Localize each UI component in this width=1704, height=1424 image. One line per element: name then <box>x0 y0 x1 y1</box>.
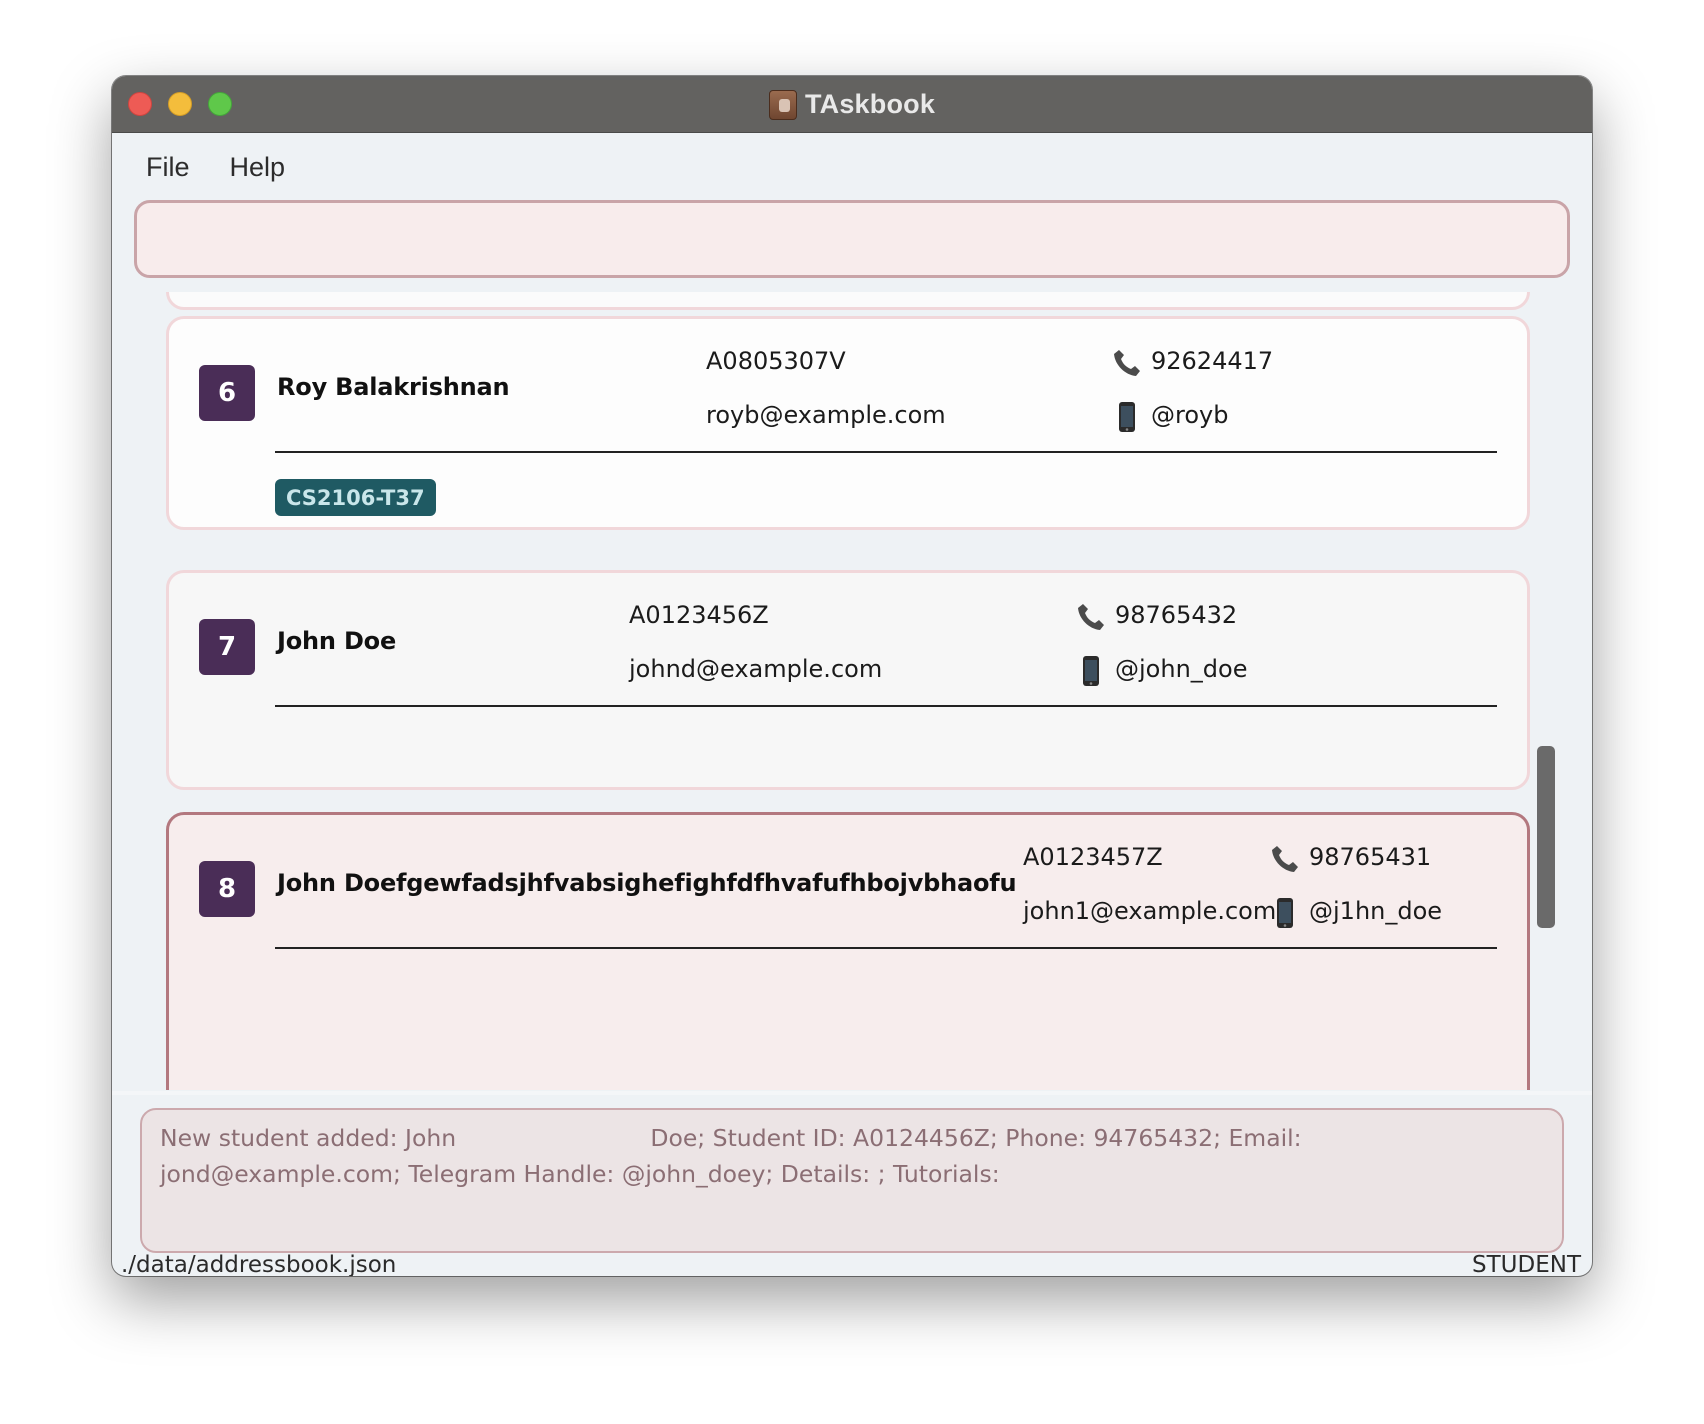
student-card-selected[interactable]: 8 John Doefgewfadsjhfvabsighefighfdfhvaf… <box>166 812 1530 1090</box>
tutorial-tag: CS2106-T37 <box>275 479 436 516</box>
student-email: royb@example.com <box>706 401 946 429</box>
student-index-badge: 6 <box>199 365 255 421</box>
student-card[interactable]: 6 Roy Balakrishnan A0805307V royb@exampl… <box>166 316 1530 530</box>
title-bar[interactable]: TAskbook <box>112 76 1592 133</box>
student-list[interactable]: 6 Roy Balakrishnan A0805307V royb@exampl… <box>112 292 1592 1090</box>
menu-file[interactable]: File <box>146 152 190 183</box>
list-scrollbar-thumb[interactable] <box>1537 746 1555 928</box>
student-phone: 98765432 <box>1115 601 1238 629</box>
student-phone: 98765431 <box>1309 843 1432 871</box>
mobile-phone-icon <box>1083 656 1099 686</box>
student-name: John Doe <box>277 627 397 655</box>
status-mode: STUDENT <box>1472 1252 1581 1276</box>
card-divider <box>275 451 1497 453</box>
window-title: TAskbook <box>804 89 936 119</box>
student-email: johnd@example.com <box>629 655 883 683</box>
student-id: A0123456Z <box>629 601 769 629</box>
result-divider <box>112 1091 1592 1095</box>
menu-help[interactable]: Help <box>230 152 286 183</box>
app-window: TAskbook File Help 6 Roy Balakrishnan A0… <box>112 76 1592 1276</box>
mobile-phone-icon <box>1277 898 1293 928</box>
student-card-partial[interactable] <box>166 292 1530 310</box>
student-id: A0805307V <box>706 347 846 375</box>
menu-bar: File Help <box>112 134 1592 200</box>
phone-icon <box>1078 604 1104 630</box>
student-telegram: @royb <box>1151 401 1229 429</box>
student-telegram: @john_doe <box>1115 655 1248 683</box>
card-divider <box>275 705 1497 707</box>
mobile-phone-icon <box>1119 402 1135 432</box>
student-index-badge: 8 <box>199 861 255 917</box>
student-email: john1@example.com <box>1023 897 1277 925</box>
student-phone: 92624417 <box>1151 347 1274 375</box>
student-name: Roy Balakrishnan <box>277 373 510 401</box>
student-card[interactable]: 7 John Doe A0123456Z johnd@example.com 9… <box>166 570 1530 790</box>
phone-icon <box>1114 350 1140 376</box>
status-file-path: ./data/addressbook.json <box>121 1252 397 1276</box>
window-title-group: TAskbook <box>112 76 1592 133</box>
student-name: John Doefgewfadsjhfvabsighefighfdfhvafuf… <box>277 869 1017 897</box>
student-telegram: @j1hn_doe <box>1309 897 1443 925</box>
phone-icon <box>1272 846 1298 872</box>
command-input[interactable] <box>134 200 1570 278</box>
result-display: New student added: John Doe; Student ID:… <box>140 1108 1564 1253</box>
addressbook-app-icon <box>768 89 797 120</box>
card-divider <box>275 947 1497 949</box>
student-index-badge: 7 <box>199 619 255 675</box>
student-id: A0123457Z <box>1023 843 1163 871</box>
